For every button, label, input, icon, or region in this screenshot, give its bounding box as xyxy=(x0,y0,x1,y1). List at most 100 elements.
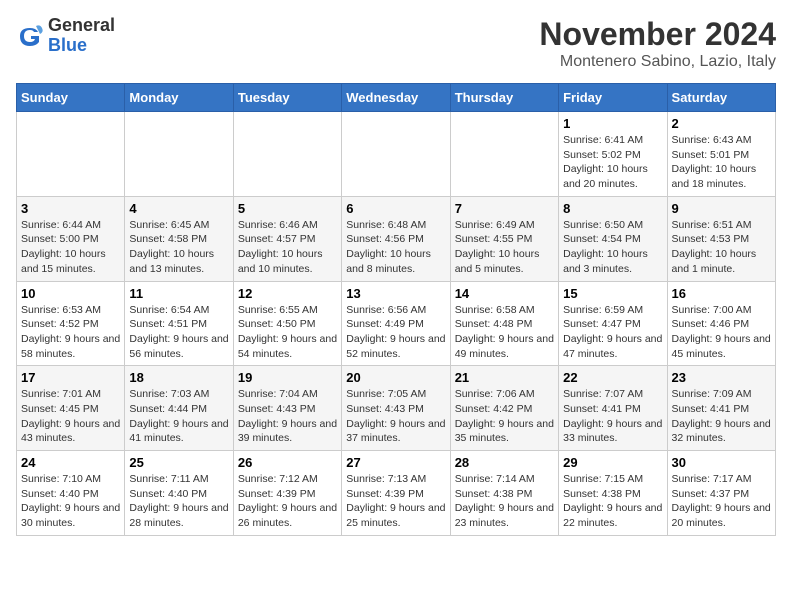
day-number: 20 xyxy=(346,370,445,385)
calendar-cell: 4Sunrise: 6:45 AMSunset: 4:58 PMDaylight… xyxy=(125,196,233,281)
day-info: Sunrise: 6:48 AMSunset: 4:56 PMDaylight:… xyxy=(346,218,445,277)
day-number: 2 xyxy=(672,116,771,131)
day-info: Sunrise: 6:59 AMSunset: 4:47 PMDaylight:… xyxy=(563,303,662,362)
calendar-cell: 19 Sunrise: 7:04 AMSunset: 4:43 PMDayligh… xyxy=(233,366,341,451)
calendar-cell: 26 Sunrise: 7:12 AMSunset: 4:39 PMDayligh… xyxy=(233,451,341,536)
day-info: Sunrise: 7:09 AMSunset: 4:41 PMDaylight:… xyxy=(672,387,771,446)
day-info: Sunrise: 6:51 AMSunset: 4:53 PMDaylight:… xyxy=(672,218,771,277)
day-number: 3 xyxy=(21,201,120,216)
calendar-cell: 3Sunrise: 6:44 AMSunset: 5:00 PMDaylight… xyxy=(17,196,125,281)
location-title: Montenero Sabino, Lazio, Italy xyxy=(539,53,776,71)
day-number: 21 xyxy=(455,370,554,385)
calendar-header-row: SundayMondayTuesdayWednesdayThursdayFrid… xyxy=(17,84,776,112)
calendar-cell: 28 Sunrise: 7:14 AMSunset: 4:38 PMDayligh… xyxy=(450,451,558,536)
calendar-header-monday: Monday xyxy=(125,84,233,112)
calendar-week-row: 1 Sunrise: 6:41 AMSunset: 5:02 PMDaylight… xyxy=(17,112,776,197)
day-number: 27 xyxy=(346,455,445,470)
calendar-header-tuesday: Tuesday xyxy=(233,84,341,112)
calendar-header-friday: Friday xyxy=(559,84,667,112)
day-info: Sunrise: 6:55 AMSunset: 4:50 PMDaylight:… xyxy=(238,303,337,362)
calendar-cell xyxy=(450,112,558,197)
calendar-cell: 10 Sunrise: 6:53 AMSunset: 4:52 PMDayligh… xyxy=(17,281,125,366)
calendar-cell: 29Sunrise: 7:15 AMSunset: 4:38 PMDayligh… xyxy=(559,451,667,536)
day-info: Sunrise: 7:14 AMSunset: 4:38 PMDaylight:… xyxy=(455,472,554,531)
calendar-cell xyxy=(342,112,450,197)
day-number: 12 xyxy=(238,286,337,301)
calendar-week-row: 17Sunrise: 7:01 AMSunset: 4:45 PMDayligh… xyxy=(17,366,776,451)
day-number: 25 xyxy=(129,455,228,470)
day-number: 8 xyxy=(563,201,662,216)
calendar-cell xyxy=(17,112,125,197)
logo-general: General xyxy=(48,16,115,36)
calendar-cell: 16 Sunrise: 7:00 AMSunset: 4:46 PMDayligh… xyxy=(667,281,775,366)
day-info: Sunrise: 6:43 AMSunset: 5:01 PMDaylight:… xyxy=(672,133,771,192)
calendar-cell: 24 Sunrise: 7:10 AMSunset: 4:40 PMDayligh… xyxy=(17,451,125,536)
day-number: 13 xyxy=(346,286,445,301)
day-info: Sunrise: 7:15 AMSunset: 4:38 PMDaylight:… xyxy=(563,472,662,531)
day-info: Sunrise: 7:00 AMSunset: 4:46 PMDaylight:… xyxy=(672,303,771,362)
calendar-cell: 9Sunrise: 6:51 AMSunset: 4:53 PMDaylight… xyxy=(667,196,775,281)
day-number: 7 xyxy=(455,201,554,216)
calendar-cell: 1 Sunrise: 6:41 AMSunset: 5:02 PMDaylight… xyxy=(559,112,667,197)
day-info: Sunrise: 6:56 AMSunset: 4:49 PMDaylight:… xyxy=(346,303,445,362)
page-header: General Blue November 2024 Montenero Sab… xyxy=(16,16,776,71)
day-info: Sunrise: 6:46 AMSunset: 4:57 PMDaylight:… xyxy=(238,218,337,277)
day-number: 10 xyxy=(21,286,120,301)
day-info: Sunrise: 7:07 AMSunset: 4:41 PMDaylight:… xyxy=(563,387,662,446)
day-info: Sunrise: 7:17 AMSunset: 4:37 PMDaylight:… xyxy=(672,472,771,531)
day-number: 5 xyxy=(238,201,337,216)
day-info: Sunrise: 7:04 AMSunset: 4:43 PMDaylight:… xyxy=(238,387,337,446)
day-info: Sunrise: 6:54 AMSunset: 4:51 PMDaylight:… xyxy=(129,303,228,362)
day-number: 30 xyxy=(672,455,771,470)
day-info: Sunrise: 7:13 AMSunset: 4:39 PMDaylight:… xyxy=(346,472,445,531)
day-info: Sunrise: 7:10 AMSunset: 4:40 PMDaylight:… xyxy=(21,472,120,531)
day-number: 22 xyxy=(563,370,662,385)
calendar-cell xyxy=(233,112,341,197)
calendar-cell: 17Sunrise: 7:01 AMSunset: 4:45 PMDayligh… xyxy=(17,366,125,451)
day-number: 24 xyxy=(21,455,120,470)
calendar-cell: 30 Sunrise: 7:17 AMSunset: 4:37 PMDayligh… xyxy=(667,451,775,536)
calendar-cell xyxy=(125,112,233,197)
calendar-header-sunday: Sunday xyxy=(17,84,125,112)
calendar-week-row: 10 Sunrise: 6:53 AMSunset: 4:52 PMDayligh… xyxy=(17,281,776,366)
calendar-cell: 13 Sunrise: 6:56 AMSunset: 4:49 PMDayligh… xyxy=(342,281,450,366)
day-number: 16 xyxy=(672,286,771,301)
day-number: 11 xyxy=(129,286,228,301)
calendar-week-row: 24 Sunrise: 7:10 AMSunset: 4:40 PMDayligh… xyxy=(17,451,776,536)
day-number: 19 xyxy=(238,370,337,385)
calendar-week-row: 3Sunrise: 6:44 AMSunset: 5:00 PMDaylight… xyxy=(17,196,776,281)
day-number: 23 xyxy=(672,370,771,385)
day-number: 26 xyxy=(238,455,337,470)
day-info: Sunrise: 7:05 AMSunset: 4:43 PMDaylight:… xyxy=(346,387,445,446)
calendar-cell: 7Sunrise: 6:49 AMSunset: 4:55 PMDaylight… xyxy=(450,196,558,281)
calendar-cell: 5 Sunrise: 6:46 AMSunset: 4:57 PMDaylight… xyxy=(233,196,341,281)
calendar-cell: 20 Sunrise: 7:05 AMSunset: 4:43 PMDayligh… xyxy=(342,366,450,451)
day-info: Sunrise: 6:45 AMSunset: 4:58 PMDaylight:… xyxy=(129,218,228,277)
calendar-cell: 22 Sunrise: 7:07 AMSunset: 4:41 PMDayligh… xyxy=(559,366,667,451)
logo-text: General Blue xyxy=(48,16,115,56)
day-info: Sunrise: 7:12 AMSunset: 4:39 PMDaylight:… xyxy=(238,472,337,531)
month-title: November 2024 xyxy=(539,16,776,53)
day-info: Sunrise: 6:41 AMSunset: 5:02 PMDaylight:… xyxy=(563,133,662,192)
day-number: 6 xyxy=(346,201,445,216)
calendar-header-thursday: Thursday xyxy=(450,84,558,112)
day-info: Sunrise: 6:53 AMSunset: 4:52 PMDaylight:… xyxy=(21,303,120,362)
day-number: 18 xyxy=(129,370,228,385)
day-number: 17 xyxy=(21,370,120,385)
day-info: Sunrise: 7:11 AMSunset: 4:40 PMDaylight:… xyxy=(129,472,228,531)
calendar-cell: 18 Sunrise: 7:03 AMSunset: 4:44 PMDayligh… xyxy=(125,366,233,451)
calendar-table: SundayMondayTuesdayWednesdayThursdayFrid… xyxy=(16,83,776,536)
day-number: 1 xyxy=(563,116,662,131)
day-info: Sunrise: 6:58 AMSunset: 4:48 PMDaylight:… xyxy=(455,303,554,362)
day-info: Sunrise: 7:03 AMSunset: 4:44 PMDaylight:… xyxy=(129,387,228,446)
calendar-cell: 21Sunrise: 7:06 AMSunset: 4:42 PMDayligh… xyxy=(450,366,558,451)
calendar-cell: 23 Sunrise: 7:09 AMSunset: 4:41 PMDayligh… xyxy=(667,366,775,451)
day-number: 28 xyxy=(455,455,554,470)
calendar-cell: 8Sunrise: 6:50 AMSunset: 4:54 PMDaylight… xyxy=(559,196,667,281)
calendar-cell: 6 Sunrise: 6:48 AMSunset: 4:56 PMDaylight… xyxy=(342,196,450,281)
calendar-header-wednesday: Wednesday xyxy=(342,84,450,112)
calendar-cell: 15Sunrise: 6:59 AMSunset: 4:47 PMDayligh… xyxy=(559,281,667,366)
calendar-cell: 25 Sunrise: 7:11 AMSunset: 4:40 PMDayligh… xyxy=(125,451,233,536)
calendar-header-saturday: Saturday xyxy=(667,84,775,112)
calendar-cell: 27 Sunrise: 7:13 AMSunset: 4:39 PMDayligh… xyxy=(342,451,450,536)
